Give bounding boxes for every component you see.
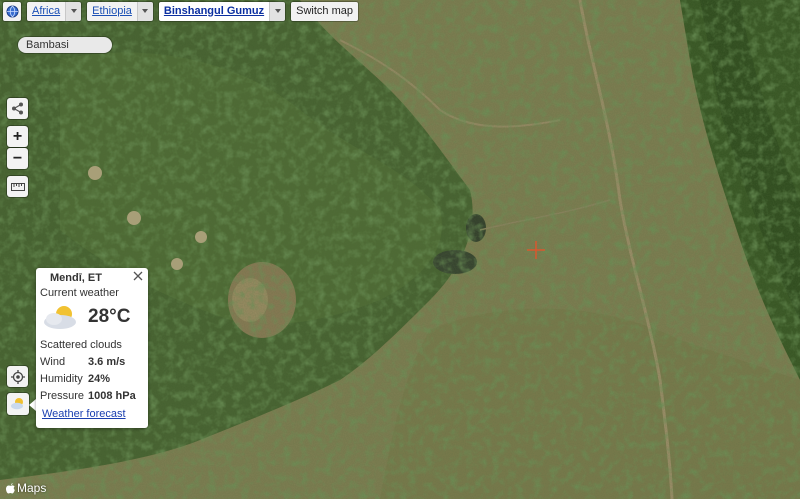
weather-key: Wind [40, 355, 66, 368]
weather-key: Pressure [40, 389, 85, 402]
apple-logo-icon [6, 482, 15, 493]
weather-location: Mendī, ET [50, 272, 102, 284]
zoom-out-button[interactable]: − [7, 148, 28, 169]
popup-pointer [29, 399, 36, 411]
place-name-label[interactable]: Bambasi [18, 37, 112, 53]
breadcrumb-africa[interactable]: Africa [27, 1, 82, 21]
weather-condition: Scattered clouds [40, 339, 122, 351]
switch-map-button[interactable]: Switch map [291, 1, 358, 21]
weather-key: Humidity [40, 372, 83, 385]
weather-popup: Mendī, ET Current weather 28°C Scattered… [36, 268, 148, 428]
ruler-icon [10, 182, 25, 191]
weather-icon [11, 398, 23, 410]
share-icon [12, 102, 23, 115]
partly-cloudy-icon [42, 304, 82, 333]
crosshair-icon [10, 369, 25, 384]
weather-button[interactable] [7, 393, 29, 415]
weather-forecast-link[interactable]: Weather forecast [42, 408, 126, 420]
breadcrumb-label[interactable]: Africa [27, 1, 66, 21]
world-button[interactable] [3, 1, 21, 21]
chevron-down-icon[interactable] [136, 1, 153, 21]
switch-map-label: Switch map [291, 1, 358, 21]
chevron-down-icon[interactable] [269, 1, 286, 21]
weather-details: Wind 3.6 m/s Humidity 24% Pressure 1008 hPa [40, 353, 136, 404]
weather-heading: Current weather [40, 287, 119, 299]
maps-attribution[interactable]: Maps [6, 481, 46, 495]
breadcrumb-ethiopia[interactable]: Ethiopia [87, 1, 153, 21]
share-button[interactable] [7, 98, 28, 119]
globe-icon [3, 1, 21, 21]
weather-value: 24% [88, 372, 111, 385]
zoom-in-button[interactable]: + [7, 126, 28, 147]
weather-value: 3.6 m/s [88, 355, 126, 368]
breadcrumb-region[interactable]: Binshangul Gumuz [158, 1, 286, 21]
weather-value: 1008 hPa [88, 389, 136, 402]
weather-row: Humidity 24% [40, 370, 136, 387]
ruler-button[interactable] [7, 176, 28, 197]
locate-me-button[interactable] [7, 366, 28, 387]
weather-row: Pressure 1008 hPa [40, 387, 136, 404]
temperature: 28°C [88, 306, 131, 327]
breadcrumb-bar: Africa Ethiopia Binshangul Gumuz Switch … [0, 0, 358, 22]
close-icon[interactable] [132, 270, 144, 282]
breadcrumb-label[interactable]: Ethiopia [87, 1, 137, 21]
chevron-down-icon[interactable] [65, 1, 82, 21]
breadcrumb-label[interactable]: Binshangul Gumuz [158, 1, 270, 21]
attribution-label: Maps [17, 481, 47, 495]
weather-row: Wind 3.6 m/s [40, 353, 136, 370]
